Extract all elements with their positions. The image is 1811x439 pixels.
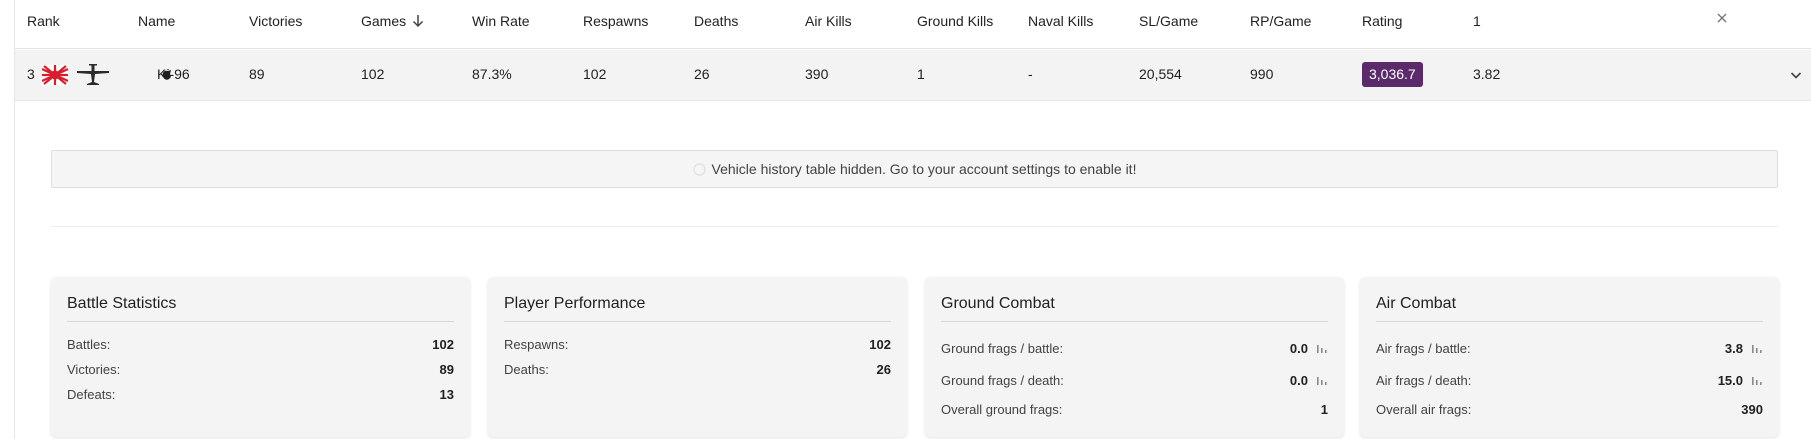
header-rank[interactable]: Rank <box>27 13 60 29</box>
close-icon[interactable] <box>1716 12 1728 24</box>
header-naval-kills[interactable]: Naval Kills <box>1028 13 1093 29</box>
table-header: Rank Name Victories Games Win Rate Respa… <box>15 0 1811 49</box>
header-ground-kills[interactable]: Ground Kills <box>917 13 993 29</box>
header-deaths[interactable]: Deaths <box>694 13 738 29</box>
stat-row: Air frags / battle: 3.8 <box>1376 332 1763 364</box>
stat-row: Deaths: 26 <box>504 357 891 382</box>
row-respawns: 102 <box>583 66 607 82</box>
stat-value: 89 <box>439 362 454 377</box>
stat-label: Battles: <box>67 337 111 352</box>
bar-chart-icon[interactable] <box>1751 342 1763 354</box>
stat-value: 13 <box>439 387 454 402</box>
header-respawns[interactable]: Respawns <box>583 13 648 29</box>
stat-label: Deaths: <box>504 362 549 377</box>
stat-row: Ground frags / death: 0.0 <box>941 364 1328 396</box>
stat-value: 0.0 <box>1289 372 1308 388</box>
vehicle-stats-panel: Rank Name Victories Games Win Rate Respa… <box>14 0 1811 439</box>
stat-label: Air frags / battle: <box>1376 340 1471 356</box>
stat-label: Ground frags / battle: <box>941 340 1064 356</box>
card-title: Air Combat <box>1376 295 1763 322</box>
stat-label: Defeats: <box>67 387 116 402</box>
stat-label: Overall air frags: <box>1376 401 1472 417</box>
stat-row: Overall air frags: 390 <box>1376 396 1763 422</box>
header-rp-game[interactable]: RP/Game <box>1250 13 1311 29</box>
stat-value: 0.0 <box>1289 340 1308 356</box>
history-hidden-notice: Vehicle history table hidden. Go to your… <box>51 150 1778 188</box>
header-air-kills[interactable]: Air Kills <box>805 13 852 29</box>
stat-row: Respawns: 102 <box>504 332 891 357</box>
stat-label: Respawns: <box>504 337 569 352</box>
japan-rising-sun-flag-icon <box>42 65 68 85</box>
stat-label: Ground frags / death: <box>941 372 1064 388</box>
player-performance-card: Player Performance Respawns: 102 Deaths: 2… <box>488 277 907 437</box>
stat-row: Battles: 102 <box>67 332 454 357</box>
stat-value: 390 <box>1741 401 1763 417</box>
card-title: Battle Statistics <box>67 295 454 322</box>
row-win-rate: 87.3% <box>472 66 512 82</box>
card-title: Ground Combat <box>941 295 1328 322</box>
row-naval-kills: - <box>1028 66 1033 82</box>
stat-row: Overall ground frags: 1 <box>941 396 1328 422</box>
row-victories: 89 <box>249 66 265 82</box>
row-air-kills: 390 <box>805 66 829 82</box>
row-sl-game: 20,554 <box>1139 66 1182 82</box>
stat-value: 15.0 <box>1717 372 1743 388</box>
stat-row: Air frags / death: 15.0 <box>1376 364 1763 396</box>
air-combat-card: Air Combat Air frags / battle: 3.8 Air fr… <box>1360 277 1779 437</box>
header-victories[interactable]: Victories <box>249 13 302 29</box>
battle-statistics-card: Battle Statistics Battles: 102 Victories:… <box>51 277 470 437</box>
rating-badge: 3,036.7 <box>1362 62 1423 87</box>
row-rank: 3 <box>27 66 35 82</box>
row-extra: 3.82 <box>1473 66 1501 82</box>
info-icon <box>692 162 706 176</box>
stat-value: 3.8 <box>1724 340 1743 356</box>
stat-row: Ground frags / battle: 0.0 <box>941 332 1328 364</box>
stat-label: Victories: <box>67 362 121 377</box>
header-games[interactable]: Games <box>361 13 424 29</box>
row-deaths: 26 <box>694 66 710 82</box>
header-rating[interactable]: Rating <box>1362 13 1402 29</box>
row-name[interactable]: Ki-96 <box>157 66 190 82</box>
stat-row: Victories: 89 <box>67 357 454 382</box>
bar-chart-icon[interactable] <box>1316 374 1328 386</box>
fighter-plane-icon <box>77 64 109 85</box>
row-ground-kills: 1 <box>917 66 925 82</box>
stat-value: 102 <box>869 337 891 352</box>
bar-chart-icon[interactable] <box>1751 374 1763 386</box>
stat-row: Defeats: 13 <box>67 382 454 407</box>
stat-label: Air frags / death: <box>1376 372 1472 388</box>
table-row[interactable]: 3 Ki-96 89 102 87.3% 102 26 390 1 - 20,5… <box>15 50 1811 101</box>
stat-value: 102 <box>432 337 454 352</box>
notice-text: Vehicle history table hidden. Go to your… <box>711 161 1137 177</box>
header-games-label: Games <box>361 13 407 29</box>
row-rp-game: 990 <box>1250 66 1274 82</box>
header-name[interactable]: Name <box>138 13 175 29</box>
header-win-rate[interactable]: Win Rate <box>472 13 530 29</box>
card-title: Player Performance <box>504 295 891 322</box>
header-extra[interactable]: 1 <box>1473 13 1481 29</box>
stat-label: Overall ground frags: <box>941 401 1063 417</box>
stat-value: 1 <box>1320 401 1328 417</box>
row-games: 102 <box>361 66 385 82</box>
bar-chart-icon[interactable] <box>1316 342 1328 354</box>
ground-combat-card: Ground Combat Ground frags / battle: 0.0 … <box>925 277 1344 437</box>
arrow-down-icon <box>413 15 424 28</box>
header-sl-game[interactable]: SL/Game <box>1139 13 1198 29</box>
section-divider <box>51 226 1778 227</box>
chevron-down-icon[interactable] <box>1789 68 1803 82</box>
stat-value: 26 <box>876 362 891 377</box>
